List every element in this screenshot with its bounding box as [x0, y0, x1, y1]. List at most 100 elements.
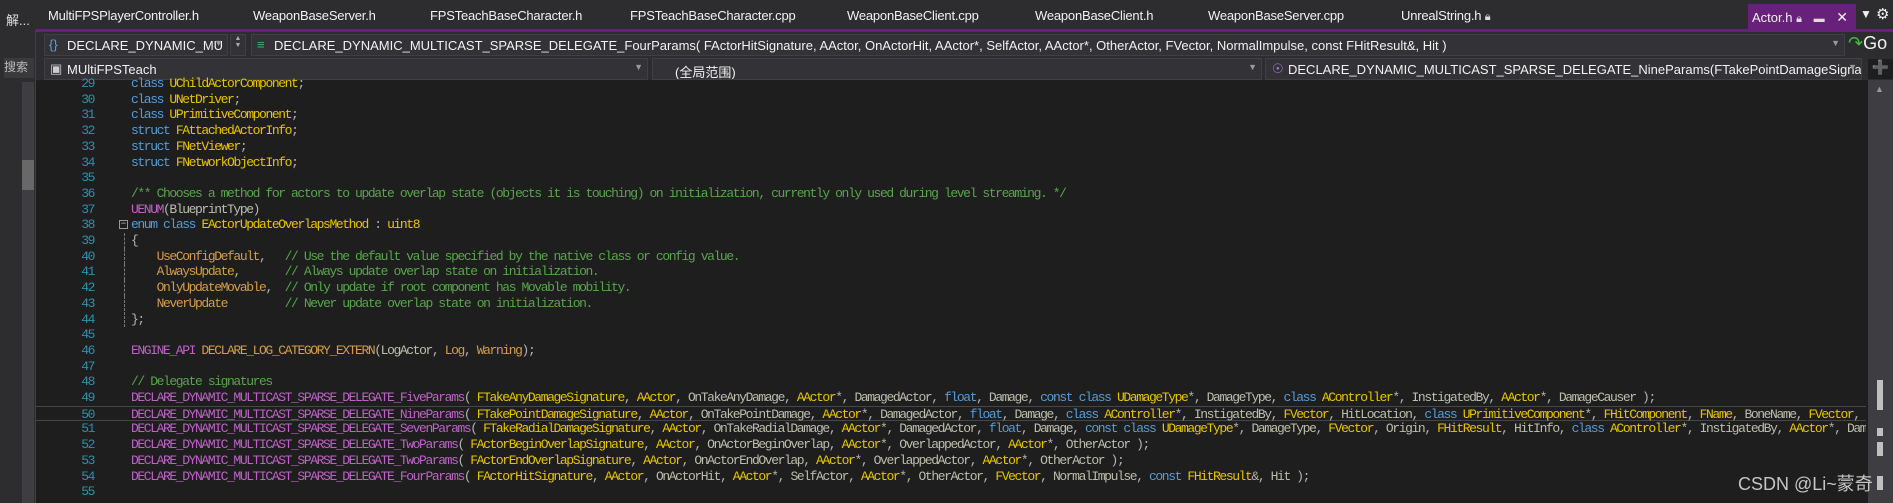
- scope-combo[interactable]: {} DECLARE_DYNAMIC_MU ▼: [44, 34, 228, 56]
- code-line[interactable]: 35: [36, 170, 1866, 186]
- code-line[interactable]: 41 AlwaysUpdate, // Always update overla…: [36, 264, 1866, 281]
- code-line[interactable]: 36 /** Chooses a method for actors to upd…: [36, 186, 1866, 202]
- member-combo[interactable]: ≡ DECLARE_DYNAMIC_MULTICAST_SPARSE_DELEG…: [251, 34, 1845, 56]
- code-token: AController: [1610, 421, 1682, 437]
- code-line[interactable]: 52 DECLARE_DYNAMIC_MULTICAST_SPARSE_DELEG…: [36, 437, 1866, 453]
- code-punctuation: *,: [1392, 390, 1412, 405]
- code-line[interactable]: 32 struct FAttachedActorInfo;: [36, 123, 1866, 139]
- search-tab[interactable]: 搜索: [4, 58, 34, 78]
- tab-multifpsplayercontroller-h[interactable]: MultiFPSPlayerController.h: [48, 8, 199, 23]
- chevron-down-icon: ▼: [634, 62, 643, 72]
- code-line[interactable]: 45: [36, 327, 1866, 343]
- code-line[interactable]: 54 DECLARE_DYNAMIC_MULTICAST_SPARSE_DELEG…: [36, 469, 1866, 485]
- code-line[interactable]: 51 DECLARE_DYNAMIC_MULTICAST_SPARSE_DELEG…: [36, 421, 1866, 437]
- code-punctuation: ,: [643, 468, 656, 484]
- code-punctuation: [131, 249, 157, 264]
- fold-collapse-icon[interactable]: −: [119, 220, 128, 230]
- code-line[interactable]: 48 // Delegate signatures: [36, 374, 1866, 390]
- code-editor[interactable]: 29 class UChildActorComponent; 30 class UNe…: [36, 76, 1866, 503]
- code-line[interactable]: 49 DECLARE_DYNAMIC_MULTICAST_SPARSE_DELEG…: [36, 390, 1866, 406]
- go-button[interactable]: ↷Go: [1848, 33, 1887, 54]
- code-line[interactable]: 43 NeverUpdate // Never update overlap s…: [36, 295, 1866, 312]
- code-line[interactable]: 55: [36, 484, 1866, 500]
- code-token: AActor: [796, 390, 837, 405]
- current-code-line[interactable]: 50 DECLARE_DYNAMIC_MULTICAST_SPARSE_DELEG…: [36, 405, 1866, 422]
- code-punctuation: ,: [681, 452, 695, 468]
- scroll-up-icon[interactable]: ▲: [1875, 84, 1884, 94]
- code-token: DamagedActor: [899, 421, 977, 437]
- tab-weaponbaseserver-cpp[interactable]: WeaponBaseServer.cpp: [1208, 8, 1344, 23]
- code-token: Warning: [476, 342, 523, 358]
- code-line[interactable]: 30 class UNetDriver;: [36, 92, 1866, 108]
- code-line[interactable]: 42 OnlyUpdateMovable, // Only update if …: [36, 280, 1866, 296]
- code-line[interactable]: 34 struct FNetworkObjectInfo;: [36, 155, 1866, 171]
- code-token: FNetViewer: [175, 138, 241, 154]
- code-token: Damage: [1033, 421, 1074, 437]
- line-number: 45: [81, 327, 95, 343]
- code-token: OverlappedActor: [899, 437, 996, 453]
- split-window-icon[interactable]: ➕: [1868, 59, 1893, 79]
- code-line[interactable]: 40 UseConfigDefault, // Use the default …: [36, 248, 1866, 265]
- code-line[interactable]: 31 class UPrimitiveComponent;: [36, 107, 1866, 123]
- up-down-buttons[interactable]: ▲ ▼: [230, 34, 246, 56]
- code-line[interactable]: 38 enum class EActorUpdateOverlapsMethod …: [36, 217, 1866, 233]
- code-line[interactable]: 37 UENUM(BlueprintType): [36, 202, 1866, 218]
- solution-explorer-tab[interactable]: 解...: [6, 10, 30, 29]
- code-line[interactable]: 44};: [36, 311, 1866, 328]
- code-token: OnTakeAnyDamage: [687, 390, 785, 405]
- code-token: UPrimitiveComponent: [169, 107, 292, 123]
- code-punctuation: ,: [1052, 406, 1066, 422]
- code-punctuation: ,: [803, 452, 817, 468]
- down-arrow-icon[interactable]: ▼: [231, 42, 245, 49]
- navigation-toolbar: {} DECLARE_DYNAMIC_MU ▼ ▲ ▼ ≡ DECLARE_DYN…: [36, 32, 1893, 58]
- tab-weaponbaseclient-h[interactable]: WeaponBaseClient.h: [1035, 8, 1153, 23]
- tab-weaponbaseclient-cpp[interactable]: WeaponBaseClient.cpp: [847, 8, 979, 23]
- code-token: DECLARE_DYNAMIC_MULTICAST_SPARSE_DELEGAT…: [131, 406, 465, 422]
- code-line[interactable]: 46 ENGINE_API DECLARE_LOG_CATEGORY_EXTERN…: [36, 343, 1866, 359]
- pin-icon[interactable]: ▬: [1814, 13, 1825, 25]
- code-punctuation: ,: [931, 390, 945, 405]
- code-comment: // Always update overlap state on initia…: [284, 264, 600, 280]
- code-token: FName: [1699, 406, 1733, 422]
- tab-actor-h[interactable]: Actor.h 🔒︎ ▬ ✕: [1748, 4, 1856, 30]
- left-panel-scrollbar[interactable]: [22, 82, 34, 503]
- code-token: FHitResult: [1187, 468, 1252, 484]
- member-combo-value: DECLARE_DYNAMIC_MULTICAST_SPARSE_DELEGAT…: [274, 38, 1447, 53]
- code-line[interactable]: 53 DECLARE_DYNAMIC_MULTICAST_SPARSE_DELEG…: [36, 453, 1866, 469]
- code-punctuation: (: [463, 406, 477, 422]
- code-text: DECLARE_DYNAMIC_MULTICAST_SPARSE_DELEGAT…: [131, 453, 1866, 469]
- code-line[interactable]: 29 class UChildActorComponent;: [36, 76, 1866, 92]
- code-punctuation: ,: [1027, 390, 1041, 405]
- tab-unrealstring-h[interactable]: UnrealString.h 🔒︎: [1401, 8, 1491, 24]
- code-token: class: [1571, 421, 1605, 437]
- dropdown-icon[interactable]: ▼: [1860, 7, 1872, 21]
- code-punctuation: ,: [1328, 406, 1342, 422]
- line-number: 43: [81, 295, 95, 311]
- tab-fpsteachbasecharacter-h[interactable]: FPSTeachBaseCharacter.h: [430, 8, 582, 23]
- editor-vertical-scrollbar[interactable]: ▲: [1868, 80, 1893, 503]
- close-icon[interactable]: ✕: [1836, 9, 1848, 26]
- left-panel-scroll-thumb[interactable]: [22, 160, 34, 190]
- code-token: NormalImpulse: [1052, 468, 1138, 484]
- code-line[interactable]: 47: [36, 359, 1866, 375]
- tab-weaponbaseserver-h[interactable]: WeaponBaseServer.h: [253, 8, 376, 23]
- code-token: FTakeAnyDamageSignature: [476, 390, 626, 405]
- code-punctuation: ;: [233, 91, 241, 107]
- code-token: AActor: [604, 468, 645, 484]
- code-token: InstigatedBy: [1193, 406, 1272, 422]
- code-punctuation: :: [367, 217, 388, 233]
- chevron-down-icon: ▼: [1248, 62, 1257, 72]
- code-punctuation: (: [457, 437, 471, 453]
- code-line[interactable]: 33 struct FNetViewer;: [36, 139, 1866, 155]
- code-line[interactable]: 39 {: [36, 233, 1866, 249]
- gear-icon[interactable]: ⚙: [1876, 5, 1889, 23]
- code-token: InstigatedBy: [1699, 421, 1778, 437]
- code-token: UNetDriver: [169, 91, 234, 107]
- code-punctuation: [131, 296, 157, 311]
- code-punctuation: *,: [1827, 421, 1847, 437]
- code-token: OverlappedActor: [873, 452, 971, 468]
- code-punctuation: ,: [623, 390, 637, 405]
- up-arrow-icon[interactable]: ▲: [231, 35, 245, 42]
- tab-fpsteachbasecharacter-cpp[interactable]: FPSTeachBaseCharacter.cpp: [630, 8, 796, 23]
- code-punctuation: ,: [1424, 421, 1438, 437]
